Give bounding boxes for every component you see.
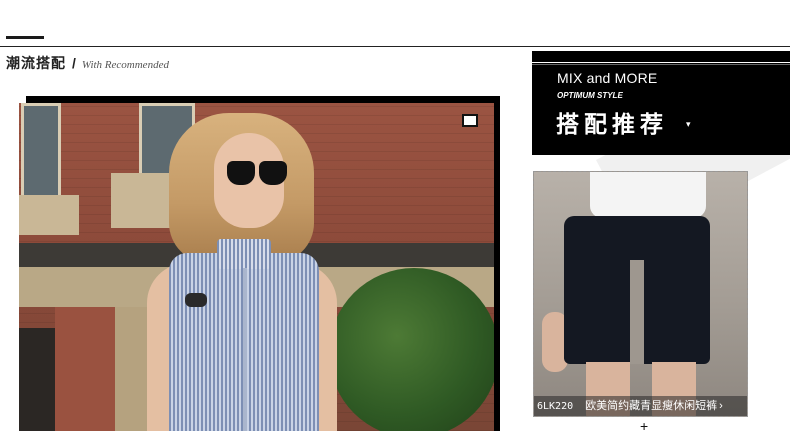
promo-banner: MIX and MORE OPTIMUM STYLE 搭配推荐 ▾ bbox=[532, 51, 790, 155]
shirt-placket bbox=[243, 268, 247, 431]
stone-ledge bbox=[19, 195, 79, 235]
promo-heading: MIX and MORE bbox=[557, 70, 658, 86]
promo-subheading: OPTIMUM STYLE bbox=[557, 91, 623, 100]
caret-down-icon: ▾ bbox=[686, 119, 691, 129]
promo-rule bbox=[532, 62, 790, 63]
section-title: 潮流搭配 / With Recommended bbox=[6, 53, 169, 73]
section-title-cn: 潮流搭配 bbox=[6, 55, 66, 71]
square-frame-icon bbox=[462, 114, 478, 127]
header-divider bbox=[0, 46, 790, 47]
plus-icon: + bbox=[640, 418, 649, 431]
bird-brooch bbox=[185, 293, 207, 307]
page: 潮流搭配 / With Recommended MIX and MORE OPT… bbox=[0, 0, 790, 431]
product-card[interactable]: 6LK220 欧美简约藏青显瘦休闲短裤 › bbox=[533, 171, 748, 417]
doorway bbox=[19, 328, 55, 431]
main-outfit-photo[interactable] bbox=[19, 103, 494, 431]
product-code: 6LK220 bbox=[537, 401, 574, 412]
sunglasses bbox=[227, 161, 289, 187]
white-top bbox=[590, 172, 706, 218]
chevron-right-icon: › bbox=[719, 400, 723, 412]
product-caption[interactable]: 6LK220 欧美简约藏青显瘦休闲短裤 › bbox=[534, 396, 747, 416]
header-accent-bar bbox=[6, 36, 44, 39]
brick-column bbox=[55, 307, 115, 431]
section-title-slash: / bbox=[72, 55, 76, 71]
section-title-en: With Recommended bbox=[81, 59, 169, 71]
product-name: 欧美简约藏青显瘦休闲短裤 bbox=[585, 400, 718, 412]
shirt-collar bbox=[217, 239, 271, 269]
shrub bbox=[329, 268, 494, 431]
window bbox=[21, 103, 61, 201]
promo-title: 搭配推荐 bbox=[556, 111, 668, 137]
leg-gap bbox=[630, 260, 644, 364]
promo-rule bbox=[532, 64, 790, 65]
